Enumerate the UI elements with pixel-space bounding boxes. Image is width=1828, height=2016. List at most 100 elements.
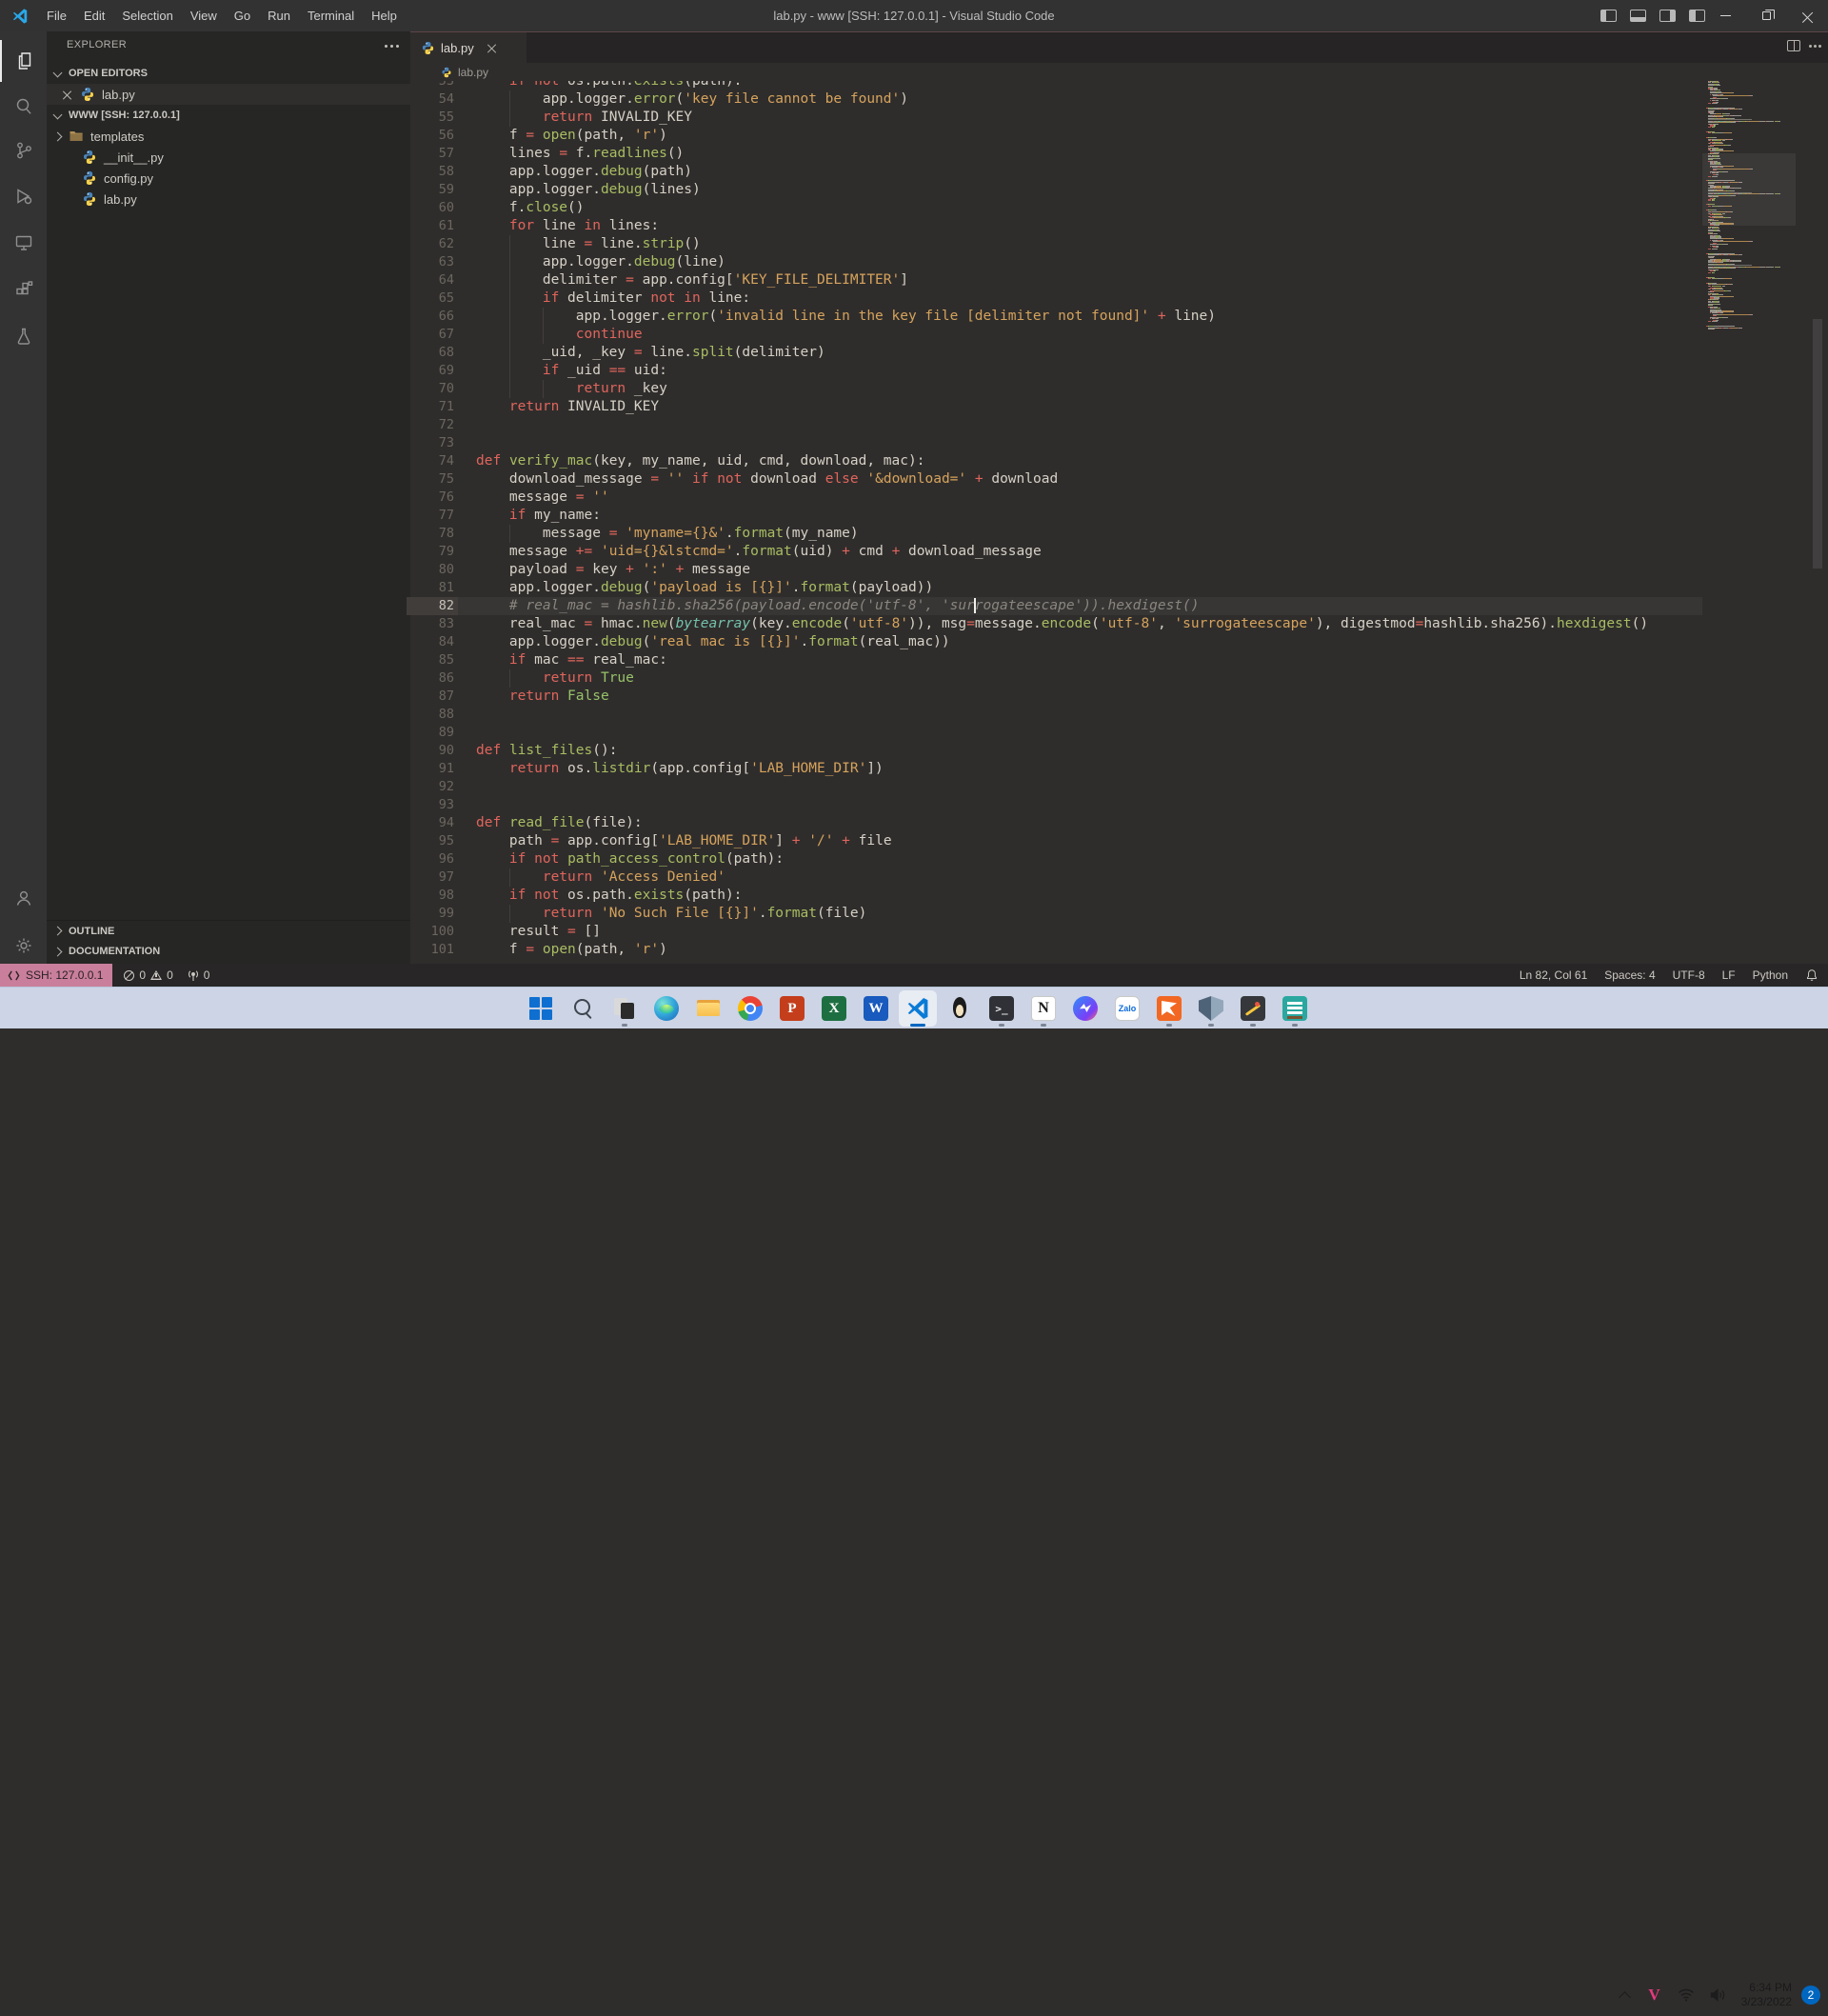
line-number[interactable]: 97 [410, 868, 454, 887]
code-line[interactable]: 93 [410, 796, 1702, 814]
wifi-icon[interactable] [1678, 1988, 1695, 2002]
line-number[interactable]: 93 [410, 796, 454, 814]
remote-status[interactable]: SSH: 127.0.0.1 [0, 964, 113, 987]
code-line[interactable]: 101 f = open(path, 'r') [410, 941, 1702, 959]
status-encoding[interactable]: UTF-8 [1673, 968, 1705, 982]
code-line[interactable]: 80 payload = key + ':' + message [410, 561, 1702, 579]
explorer-icon[interactable] [0, 40, 47, 82]
line-number[interactable]: 72 [410, 416, 454, 434]
messenger-icon[interactable] [1066, 990, 1104, 1027]
close-button[interactable] [1787, 0, 1828, 31]
line-number[interactable]: 59 [410, 181, 454, 199]
line-number[interactable]: 65 [410, 289, 454, 308]
line-number[interactable]: 75 [410, 470, 454, 489]
menu-view[interactable]: View [182, 0, 226, 31]
code-line[interactable]: 61 for line in lines: [410, 217, 1702, 235]
line-number[interactable]: 86 [410, 669, 454, 688]
line-number[interactable]: 77 [410, 507, 454, 525]
line-number[interactable]: 96 [410, 850, 454, 868]
menu-edit[interactable]: Edit [75, 0, 113, 31]
code-line[interactable]: 57 lines = f.readlines() [410, 145, 1702, 163]
outline-section-header[interactable]: OUTLINE [47, 920, 410, 941]
code-line[interactable]: 71 return INVALID_KEY [410, 398, 1702, 416]
code-line[interactable]: 90 def list_files(): [410, 742, 1702, 760]
line-number[interactable]: 92 [410, 778, 454, 796]
code-line[interactable]: 65 if delimiter not in line: [410, 289, 1702, 308]
menu-selection[interactable]: Selection [113, 0, 181, 31]
line-number[interactable]: 70 [410, 380, 454, 398]
line-number[interactable]: 54 [410, 90, 454, 109]
utility-icon[interactable] [1234, 990, 1272, 1027]
code-line[interactable]: 99 return 'No Such File [{}]'.format(fil… [410, 905, 1702, 923]
zalo-icon[interactable]: Zalo [1108, 990, 1146, 1027]
search-icon[interactable] [564, 990, 602, 1027]
code-line[interactable]: 67 continue [410, 326, 1702, 344]
line-number[interactable]: 74 [410, 452, 454, 470]
customize-layout-icon[interactable] [1689, 10, 1705, 22]
line-number[interactable]: 63 [410, 253, 454, 271]
accounts-icon[interactable] [0, 877, 47, 919]
menu-help[interactable]: Help [363, 0, 406, 31]
tree-item-config-py[interactable]: config.py [47, 168, 410, 189]
tree-item-lab-py[interactable]: lab.py [47, 189, 410, 210]
line-number[interactable]: 55 [410, 109, 454, 127]
more-actions-icon[interactable] [1814, 44, 1817, 48]
code-line[interactable]: 56 f = open(path, 'r') [410, 127, 1702, 145]
line-number[interactable]: 81 [410, 579, 454, 597]
status-cursor-position[interactable]: Ln 82, Col 61 [1520, 968, 1587, 982]
toggle-sidebar-icon[interactable] [1600, 10, 1617, 22]
code-line[interactable]: 58 app.logger.debug(path) [410, 163, 1702, 181]
tree-item--init-py[interactable]: __init__.py [47, 147, 410, 168]
menu-go[interactable]: Go [226, 0, 259, 31]
code-line[interactable]: 62 line = line.strip() [410, 235, 1702, 253]
terminal-icon[interactable]: >_ [983, 990, 1021, 1027]
code-line[interactable]: 97 return 'Access Denied' [410, 868, 1702, 887]
edge-icon[interactable] [647, 990, 686, 1027]
line-number[interactable]: 62 [410, 235, 454, 253]
line-number[interactable]: 57 [410, 145, 454, 163]
file-explorer-icon[interactable] [689, 990, 727, 1027]
status-language-mode[interactable]: Python [1753, 968, 1788, 982]
code-line[interactable]: 96 if not path_access_control(path): [410, 850, 1702, 868]
line-number[interactable]: 67 [410, 326, 454, 344]
code-line[interactable]: 87 return False [410, 688, 1702, 706]
status-indentation[interactable]: Spaces: 4 [1604, 968, 1655, 982]
source-control-icon[interactable] [0, 130, 47, 171]
code-line[interactable]: 78 message = 'myname={}&'.format(my_name… [410, 525, 1702, 543]
run-debug-icon[interactable] [0, 175, 47, 217]
code-line[interactable]: 72 [410, 416, 1702, 434]
line-number[interactable]: 88 [410, 706, 454, 724]
toggle-secondary-sidebar-icon[interactable] [1659, 10, 1676, 22]
code-line[interactable]: 60 f.close() [410, 199, 1702, 217]
line-number[interactable]: 91 [410, 760, 454, 778]
vscode-icon[interactable] [899, 990, 937, 1027]
line-number[interactable]: 60 [410, 199, 454, 217]
code-line[interactable]: 89 [410, 724, 1702, 742]
line-number[interactable]: 83 [410, 615, 454, 633]
line-number[interactable]: 79 [410, 543, 454, 561]
code-line[interactable]: 88 [410, 706, 1702, 724]
tray-chevron-up-icon[interactable] [1619, 1990, 1632, 2004]
line-number[interactable]: 101 [410, 941, 454, 959]
line-number[interactable]: 64 [410, 271, 454, 289]
open-editors-header[interactable]: OPEN EDITORS [47, 63, 410, 84]
code-line[interactable]: 82 # real_mac = hashlib.sha256(payload.e… [407, 597, 1702, 615]
tab-labpy[interactable]: lab.py [410, 32, 527, 63]
powerpoint-icon[interactable]: P [773, 990, 811, 1027]
line-number[interactable]: 90 [410, 742, 454, 760]
breadcrumb[interactable]: lab.py [410, 63, 1828, 81]
code-line[interactable]: 70 return _key [410, 380, 1702, 398]
linux-tux-icon[interactable] [941, 990, 979, 1027]
minimap[interactable] [1702, 31, 1796, 964]
notes-app-icon[interactable] [1276, 990, 1314, 1027]
toggle-panel-icon[interactable] [1630, 10, 1646, 22]
notion-icon[interactable]: N [1024, 990, 1063, 1027]
problems-status[interactable]: 0 0 [124, 968, 173, 982]
line-number[interactable]: 66 [410, 308, 454, 326]
extensions-icon[interactable] [0, 269, 47, 310]
code-line[interactable]: 77 if my_name: [410, 507, 1702, 525]
foxit-pdf-icon[interactable] [1150, 990, 1188, 1027]
code-line[interactable]: 59 app.logger.debug(lines) [410, 181, 1702, 199]
line-number[interactable]: 98 [410, 887, 454, 905]
tree-item-templates[interactable]: templates [47, 126, 410, 147]
